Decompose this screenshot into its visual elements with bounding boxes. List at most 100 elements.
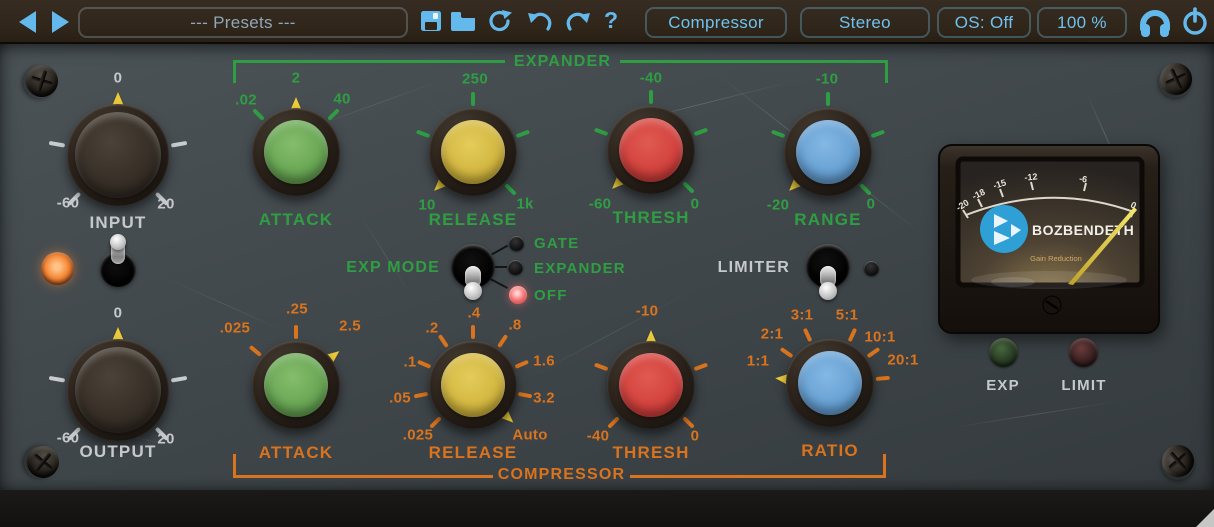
tick-mark [516,130,531,139]
tick-label: -40 [640,70,663,87]
compressor-bracket [233,475,493,478]
expander-attack-knob[interactable]: .02 2 40 ATTACK [206,62,386,242]
tick-mark [771,130,786,139]
screw [1155,58,1197,100]
tick-label: 1:1 [747,353,770,370]
mode-button[interactable]: Compressor [645,7,787,38]
tick-label: -60 [589,196,612,213]
gain-reduction-meter: -20 -18 -15 -12 -6 0 BOZBENDETH Gain Red… [938,144,1160,339]
tick-label: 1.6 [533,353,555,370]
input-knob[interactable]: -60 0 20 INPUT [28,65,208,245]
tick-mark [294,325,298,339]
preset-selector[interactable]: --- Presets --- [78,7,408,38]
help-icon[interactable]: ? [604,7,618,34]
tick-mark [438,334,449,348]
undo-icon[interactable] [527,10,553,34]
meter-subtitle: Gain Reduction [1030,254,1082,263]
knob-cap [264,120,328,184]
tick-label: 10:1 [864,329,895,346]
tick-label: .4 [467,305,480,322]
tick-label: .25 [286,301,308,318]
save-icon[interactable] [420,10,442,32]
exp-active-led [989,338,1018,367]
tick-mark [414,392,429,399]
input-signal-led [41,252,74,285]
tick-label: .1 [403,354,416,371]
channel-mode-button[interactable]: Stereo [800,7,930,38]
previous-preset-icon[interactable] [19,11,36,33]
knob-cap [264,353,328,417]
ui-zoom-button[interactable]: 100 % [1037,7,1127,38]
tick-label: 0 [867,196,876,213]
tick-mark [471,92,475,106]
next-preset-icon[interactable] [52,11,69,33]
reload-icon[interactable] [487,8,513,34]
tick-mark [867,347,881,358]
limit-active-led [1069,338,1098,367]
scratch-line [951,401,1119,429]
tick-label: 20 [157,431,174,448]
exp-mode-option-expander[interactable]: EXPANDER [534,260,626,277]
faceplate: EXPANDER COMPRESSOR -60 0 20 INPUT -60 0… [0,44,1214,490]
compressor-release-label: RELEASE [429,443,518,463]
compressor-attack-knob[interactable]: .025 .25 2.5 ATTACK [206,295,386,475]
output-knob[interactable]: -60 0 20 OUTPUT [28,300,208,480]
limit-led-label: LIMIT [1061,377,1107,394]
expander-attack-label: ATTACK [259,210,334,230]
expander-led [508,260,523,275]
plugin-window: { "toolbar": { "presets_label": "--- Pre… [0,0,1214,527]
tick-label: 250 [462,71,488,88]
tick-label: 2.5 [339,318,361,335]
tick-mark [252,108,265,121]
tick-mark [417,360,431,369]
compressor-ratio-knob[interactable]: 1:1 2:1 3:1 5:1 10:1 20:1 RATIO [740,293,920,473]
tick-label: -60 [57,195,80,212]
limiter-label: LIMITER [698,259,790,277]
tick-label: 2:1 [761,326,784,343]
expander-thresh-label: THRESH [612,208,689,228]
tick-mark [826,92,830,106]
tick-mark [504,183,517,196]
exp-mode-option-gate[interactable]: GATE [534,235,579,252]
expander-thresh-knob[interactable]: -60 -40 0 THRESH [561,60,741,240]
knob-cap [441,120,505,184]
bypass-toggle-tip[interactable] [110,234,126,250]
compressor-attack-label: ATTACK [259,443,334,463]
tick-label: .2 [425,320,438,337]
resize-handle[interactable] [1196,509,1214,527]
headphones-icon[interactable] [1138,5,1172,39]
tick-label: .05 [389,390,411,407]
tick-label: 0 [691,428,700,445]
power-icon[interactable] [1182,7,1208,37]
tick-mark [515,360,529,369]
tick-mark [171,141,187,148]
tick-label: 0 [114,70,123,87]
preset-label: --- Presets --- [190,13,296,33]
expander-release-label: RELEASE [429,210,518,230]
screw [1155,438,1200,483]
tick-label: 2 [292,70,301,87]
exp-mode-label: EXP MODE [336,259,440,277]
expander-range-knob[interactable]: -20 -10 0 RANGE [738,62,918,242]
tick-mark [497,334,508,348]
tick-mark [49,141,65,148]
tick-label: .8 [508,317,521,334]
tick-label: .025 [403,427,433,444]
compressor-release-knob[interactable]: .025 .05 .1 .2 .4 .8 1.6 3.2 Auto RELEAS… [383,295,563,475]
tick-mark [694,363,709,372]
tick-label: -20 [767,197,790,214]
open-folder-icon[interactable] [450,11,476,31]
tick-mark [416,130,431,139]
meter-scale-label: -6 [1078,173,1088,184]
tick-mark [694,128,709,137]
tick-label: 0 [691,196,700,213]
brand-logo [980,205,1028,253]
toolbar: --- Presets --- ? Compressor Stereo OS: … [0,0,1214,44]
redo-icon[interactable] [565,10,591,34]
compressor-thresh-knob[interactable]: -40 -10 0 THRESH [561,295,741,475]
oversampling-button[interactable]: OS: Off [937,7,1031,38]
expander-release-knob[interactable]: 10 250 1k RELEASE [383,62,563,242]
tick-mark [49,376,65,383]
tick-mark [803,328,813,342]
tick-mark [780,347,794,358]
